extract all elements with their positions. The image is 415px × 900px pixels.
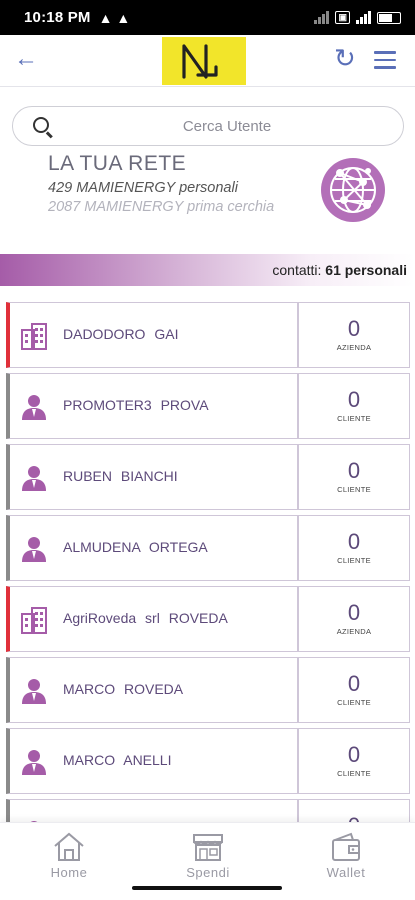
contacts-summary: contatti: 61 personali <box>272 262 407 278</box>
contact-count: 0 <box>347 387 361 412</box>
network-personal-count: 429 MAMIENERGY personali <box>48 180 238 196</box>
warning-icons: ▲ ▲ <box>98 9 131 26</box>
search-icon <box>33 117 49 133</box>
list-item-main[interactable]: AgriRoveda srl ROVEDA <box>6 586 298 652</box>
list-item[interactable]: AgriRoveda srl ROVEDA 0 AZIENDA <box>6 586 410 652</box>
refresh-icon[interactable]: ↻ <box>334 45 356 71</box>
list-item-main[interactable]: DADODORO GAI <box>6 302 298 368</box>
list-item[interactable]: ALMUDENA ORTEGA 0 CLIENTE <box>6 515 410 581</box>
list-item-main[interactable]: RUBEN BIANCHI <box>6 444 298 510</box>
hamburger-icon[interactable] <box>374 51 396 74</box>
contact-counter: 0 CLIENTE <box>298 444 410 510</box>
status-time: 10:18 PM <box>24 9 91 26</box>
contact-counter: 0 CLIENTE <box>298 515 410 581</box>
home-icon <box>54 832 84 861</box>
contact-count: 0 <box>347 316 361 341</box>
contact-type: CLIENTE <box>337 698 371 707</box>
contact-count: 0 <box>347 671 361 696</box>
list-item-main[interactable]: MARCO ROVEDA <box>6 657 298 723</box>
nav-spendi[interactable]: Spendi <box>168 831 248 880</box>
search-bar <box>12 106 404 146</box>
nav-home-label: Home <box>50 865 88 880</box>
contact-name: RUBEN BIANCHI <box>63 468 178 484</box>
contact-counter: 0 AZIENDA <box>298 302 410 368</box>
contact-counter: 0 CLIENTE <box>298 373 410 439</box>
contact-name: MARCO ROVEDA <box>63 681 184 697</box>
list-item-main[interactable]: PROMOTER3 PROVA <box>6 373 298 439</box>
contact-type: CLIENTE <box>337 414 371 423</box>
person-icon <box>22 679 46 704</box>
nav-wallet-label: Wallet <box>326 865 366 880</box>
person-icon <box>22 537 46 562</box>
contacts-band: contatti: 61 personali <box>0 254 415 286</box>
shop-icon <box>193 834 223 861</box>
contact-type: AZIENDA <box>336 343 372 352</box>
building-icon <box>21 323 47 350</box>
logo-mark <box>182 44 218 79</box>
contact-count: 0 <box>347 529 361 554</box>
nav-wallet[interactable]: Wallet <box>306 831 386 880</box>
arrow-left-icon[interactable]: ← <box>14 47 38 71</box>
contact-type: CLIENTE <box>337 485 371 494</box>
person-icon <box>22 466 46 491</box>
app-header: ← ↻ <box>0 35 415 87</box>
list-item[interactable]: MARCO ROVEDA 0 CLIENTE <box>6 657 410 723</box>
contacts-value: 61 personali <box>325 262 407 278</box>
signal-icon <box>314 11 330 24</box>
status-icons: ▣ <box>314 11 401 24</box>
wifi-signal-icon <box>356 11 371 24</box>
contact-count: 0 <box>347 458 361 483</box>
network-first-circle-count: 2087 MAMIENERGY prima cerchia <box>48 199 275 215</box>
data-icon: ▣ <box>335 11 350 24</box>
contact-name: AgriRoveda srl ROVEDA <box>63 610 228 626</box>
building-icon <box>21 607 47 634</box>
contact-counter: 0 CLIENTE <box>298 657 410 723</box>
contact-name: ALMUDENA ORTEGA <box>63 539 208 555</box>
contact-counter: 0 CLIENTE <box>298 728 410 794</box>
wallet-icon <box>332 832 360 861</box>
contact-type: CLIENTE <box>337 769 371 778</box>
list-item[interactable]: PROMOTER3 PROVA 0 CLIENTE <box>6 373 410 439</box>
list-item[interactable]: RUBEN BIANCHI 0 CLIENTE <box>6 444 410 510</box>
network-title: LA TUA RETE <box>48 152 187 175</box>
list-item-main[interactable]: ALMUDENA ORTEGA <box>6 515 298 581</box>
network-globe-icon <box>321 158 385 222</box>
person-icon <box>22 750 46 775</box>
contact-name: MARCO ANELLI <box>63 752 172 768</box>
contacts-label: contatti: <box>272 262 322 278</box>
contact-counter: 0 AZIENDA <box>298 586 410 652</box>
search-input[interactable] <box>57 107 397 145</box>
battery-icon <box>377 11 401 24</box>
contact-name: PROMOTER3 PROVA <box>63 397 209 413</box>
gesture-bar <box>132 886 282 890</box>
contact-name: DADODORO GAI <box>63 326 179 342</box>
list-item[interactable]: MARCO ANELLI 0 CLIENTE <box>6 728 410 794</box>
contact-type: CLIENTE <box>337 556 371 565</box>
status-bar: 10:18 PM ▲ ▲ ▣ <box>0 0 415 35</box>
person-icon <box>22 395 46 420</box>
list-item-main[interactable]: MARCO ANELLI <box>6 728 298 794</box>
contact-count: 0 <box>347 600 361 625</box>
nav-home[interactable]: Home <box>29 831 109 880</box>
contact-count: 0 <box>347 742 361 767</box>
app-logo <box>162 37 246 85</box>
list-item[interactable]: DADODORO GAI 0 AZIENDA <box>6 302 410 368</box>
nav-spendi-label: Spendi <box>186 865 230 880</box>
contact-type: AZIENDA <box>336 627 372 636</box>
